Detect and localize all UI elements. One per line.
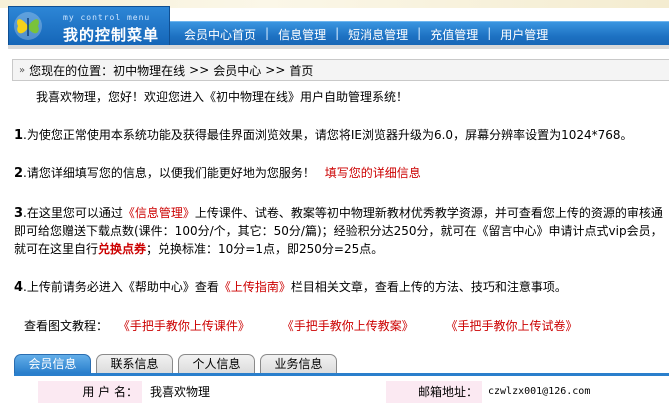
- nav-item-user-manage[interactable]: 用户管理: [500, 26, 548, 43]
- member-info-table: 用 户 名： 我喜欢物理 邮箱地址： czwlzx001@126.com: [14, 378, 669, 409]
- notice-item-4: 4.上传前请务必进入《帮助中心》查看《上传指南》栏目相关文章，查看上传的方法、技…: [14, 278, 567, 295]
- tab-contact-info[interactable]: 联系信息: [96, 354, 173, 373]
- notice-number: 3: [14, 206, 24, 221]
- notice-text: .为使您正常使用本系统功能及获得最佳界面浏览效果，请您将IE浏览器升级为6.0，…: [23, 128, 633, 142]
- notice-item-3-line-3: 就可在这里自行兑换点券；兑换标准：10分=1点，即250分=25点。: [14, 240, 383, 257]
- tutorials-label: 查看图文教程：: [24, 319, 109, 333]
- breadcrumb-item-home: 首页: [289, 63, 314, 78]
- tab-personal-info[interactable]: 个人信息: [178, 354, 255, 373]
- nav-item-message-manage[interactable]: 短消息管理: [348, 26, 408, 43]
- nav-item-recharge-manage[interactable]: 充值管理: [430, 26, 478, 43]
- breadcrumb-item-site[interactable]: 初中物理在线: [113, 62, 185, 79]
- notice-text: 就可在这里自行: [14, 242, 99, 256]
- upload-guide-link[interactable]: 《上传指南》: [219, 280, 291, 294]
- notice-number: 4: [14, 280, 24, 295]
- tutorial-link-exam[interactable]: 《手把手教你上传试卷》: [446, 319, 578, 333]
- tab-business-info[interactable]: 业务信息: [260, 354, 337, 373]
- greeting-text: 我喜欢物理，您好！欢迎您进入《初中物理在线》用户自助管理系统！: [36, 90, 409, 104]
- username-value: 我喜欢物理: [150, 385, 211, 399]
- nav-shadow: [8, 45, 669, 49]
- notice-item-3: 3.在这里您可以通过《信息管理》上传课件、试卷、教案等初中物理新教材优秀教学资源…: [14, 204, 663, 221]
- notice-text: ；兑换标准：10分=1点，即250分=25点。: [146, 242, 384, 256]
- breadcrumb-item-member-center[interactable]: 会员中心: [213, 62, 261, 79]
- breadcrumb-separator: >>: [189, 63, 210, 77]
- logo-english-text: my control menu: [63, 13, 151, 22]
- nav-separator: |: [265, 26, 270, 40]
- tutorial-link-lesson-plan[interactable]: 《手把手教你上传教案》: [282, 319, 414, 333]
- logo-chinese-text: 我的控制菜单: [63, 26, 160, 44]
- redeem-coupon-link[interactable]: 兑换点券: [98, 242, 146, 256]
- email-label: 邮箱地址：: [386, 381, 482, 403]
- email-value: czwlzx001@126.com: [488, 386, 591, 397]
- notice-text: 上传课件、试卷、教案等初中物理新教材优秀教学资源，并可查看您上传的资源的审核通: [194, 206, 663, 220]
- tutorials-row: 查看图文教程： 《手把手教你上传课件》 《手把手教你上传教案》 《手把手教你上传…: [24, 317, 578, 334]
- notice-number: 1: [14, 128, 24, 143]
- nav-menu: 会员中心首页 | 信息管理 | 短消息管理 | 充值管理 | 用户管理: [184, 26, 548, 43]
- notice-text: 栏目相关文章，查看上传的方法、技巧和注意事项。: [290, 280, 567, 294]
- info-tabs: 会员信息 联系信息 个人信息 业务信息: [14, 354, 342, 373]
- notice-text: .上传前请务必进入《帮助中心》查看: [23, 280, 219, 294]
- fill-details-link[interactable]: 填写您的详细信息: [325, 166, 421, 180]
- info-manage-link[interactable]: 《信息管理》: [123, 206, 195, 220]
- logo[interactable]: my control menu 我的控制菜单: [8, 6, 170, 45]
- nav-separator: |: [417, 26, 422, 40]
- double-chevron-right-icon: »: [19, 64, 26, 76]
- nav-separator: |: [487, 26, 492, 40]
- notice-item-3-line-2: 即可给您赠送下载点数(课件：100分/个，其它：50分/篇)；经验积分达250分…: [14, 224, 663, 238]
- notice-item-2: 2.请您详细填写您的信息，以便我们能更好地为您服务！ 填写您的详细信息: [14, 164, 421, 181]
- notice-text: .在这里您可以通过: [23, 206, 123, 220]
- nav-separator: |: [335, 26, 340, 40]
- breadcrumb-separator: >>: [265, 63, 286, 77]
- butterfly-logo-icon: [14, 12, 42, 40]
- breadcrumb-prefix: 您现在的位置：: [29, 63, 114, 78]
- tab-member-info[interactable]: 会员信息: [14, 354, 91, 373]
- tab-underline: [14, 373, 669, 376]
- nav-item-member-home[interactable]: 会员中心首页: [184, 26, 256, 43]
- tutorial-link-courseware[interactable]: 《手把手教你上传课件》: [118, 319, 250, 333]
- breadcrumb: » 您现在的位置： 初中物理在线 >> 会员中心 >> 首页: [12, 59, 669, 81]
- username-label: 用 户 名：: [38, 381, 142, 403]
- nav-item-info-manage[interactable]: 信息管理: [278, 26, 326, 43]
- notice-text: .请您详细填写您的信息，以便我们能更好地为您服务！: [23, 166, 315, 180]
- notice-number: 2: [14, 166, 24, 181]
- notice-item-1: 1.为使您正常使用本系统功能及获得最佳界面浏览效果，请您将IE浏览器升级为6.0…: [14, 126, 633, 143]
